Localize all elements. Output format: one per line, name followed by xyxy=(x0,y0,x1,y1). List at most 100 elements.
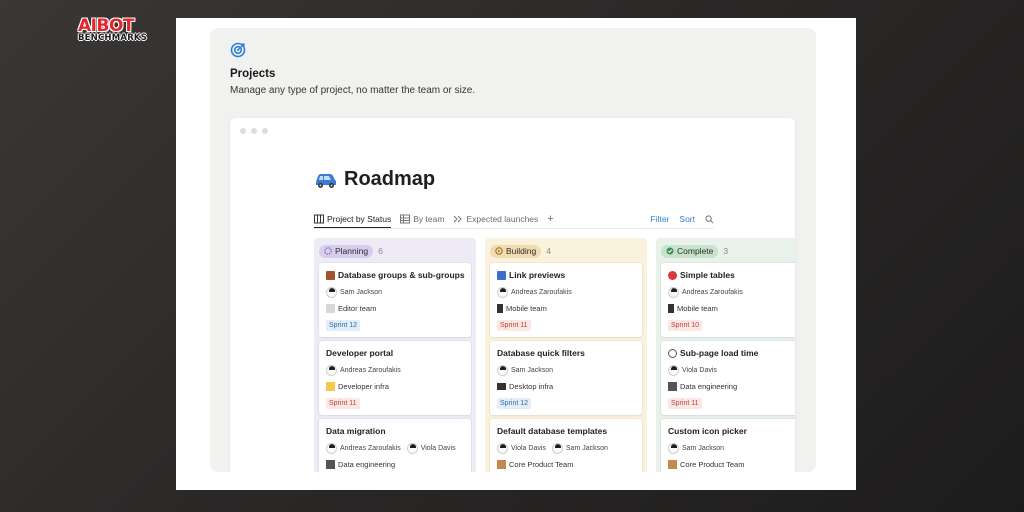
roadmap-heading: Roadmap xyxy=(314,168,435,191)
status-badge[interactable]: Planning xyxy=(319,244,374,258)
project-card[interactable]: Default database templates Viola Davis S… xyxy=(490,419,642,472)
avatar xyxy=(326,442,337,454)
stopwatch-icon xyxy=(668,348,677,358)
avatar xyxy=(551,442,563,454)
document-icon xyxy=(326,304,335,313)
sprint-tag: Sprint 11 xyxy=(668,398,702,409)
timeline-icon xyxy=(454,215,463,223)
window-dot xyxy=(251,128,257,134)
status-badge[interactable]: Complete xyxy=(661,244,719,258)
status-count: 3 xyxy=(723,246,729,256)
target-icon xyxy=(230,42,246,58)
projects-template-card[interactable]: Projects Manage any type of project, no … xyxy=(210,28,816,472)
tab-by-team[interactable]: By team xyxy=(400,210,444,228)
sprint-tag: Sprint 11 xyxy=(326,398,360,409)
assignee: Viola Davis xyxy=(497,442,546,454)
add-view-label: + xyxy=(547,213,554,225)
project-card[interactable]: Database quick filters Sam Jackson Deskt… xyxy=(490,341,642,415)
filter-button[interactable]: Filter xyxy=(651,214,670,224)
mobile-phone-icon xyxy=(497,304,503,313)
team-label: Mobile team xyxy=(506,304,547,313)
sprint-tag: Sprint 12 xyxy=(497,398,532,409)
tab-label: Expected launches xyxy=(466,214,539,224)
avatar xyxy=(406,442,418,454)
assignee-name: Andreas Zaroufakis xyxy=(340,444,401,452)
roadmap-title: Roadmap xyxy=(344,168,436,190)
project-card[interactable]: Data migration Andreas Zaroufakis Viola … xyxy=(319,419,471,472)
assignee: Sam Jackson xyxy=(551,442,608,454)
add-view-button[interactable]: + xyxy=(547,210,553,228)
team-label: Editor team xyxy=(338,304,377,313)
assignee: Sam Jackson xyxy=(668,442,724,454)
assignee: Andreas Zaroufakis xyxy=(326,442,401,454)
window-dot xyxy=(262,128,268,134)
status-label: Planning xyxy=(335,246,369,256)
status-badge[interactable]: Building xyxy=(490,244,542,258)
preview-window: Roadmap Project by Status By team Expect… xyxy=(230,118,795,472)
car-icon xyxy=(316,173,336,188)
project-card[interactable]: Link previews Andreas Zaroufakis Mobile … xyxy=(490,263,642,337)
sort-button[interactable]: Sort xyxy=(679,214,695,224)
status-count: 4 xyxy=(546,246,551,256)
team-label: Data engineering xyxy=(338,460,396,469)
avatar xyxy=(497,442,508,454)
status-count: 6 xyxy=(378,246,383,256)
card-title: Sub-page load time xyxy=(680,348,759,358)
floppy-disk-icon xyxy=(326,460,335,469)
package-box-icon xyxy=(497,460,506,469)
desktop-computer-icon xyxy=(497,383,506,390)
table-icon xyxy=(400,214,411,224)
card-title: Data migration xyxy=(326,426,386,436)
column-planning: Planning 6 Database groups & sub-groups … xyxy=(314,238,476,472)
team-label: Developer infra xyxy=(338,382,389,391)
book-icon xyxy=(326,270,335,280)
avatar xyxy=(668,286,679,298)
search-icon[interactable] xyxy=(705,214,714,224)
pushpin-icon xyxy=(668,270,677,280)
assignee: Viola Davis xyxy=(668,364,717,376)
assignee: Sam Jackson xyxy=(497,364,553,376)
column-building: Building 4 Link previews Andreas Zaroufa… xyxy=(485,238,647,472)
column-complete: Complete 3 Simple tables Andreas Zaroufa… xyxy=(656,238,795,472)
assignee: Andreas Zaroufakis xyxy=(668,286,743,298)
assignee-name: Viola Davis xyxy=(420,444,456,452)
assignee-name: Viola Davis xyxy=(682,366,717,374)
floppy-disk-icon xyxy=(668,382,677,391)
assignee-name: Andreas Zaroufakis xyxy=(682,288,743,296)
assignee: Sam Jackson xyxy=(326,286,382,298)
tab-project-by-status[interactable]: Project by Status xyxy=(314,210,392,228)
check-circle-icon xyxy=(666,247,674,255)
tab-label: By team xyxy=(413,214,445,224)
team-label: Mobile team xyxy=(677,304,718,313)
project-card[interactable]: Simple tables Andreas Zaroufakis Mobile … xyxy=(661,263,795,337)
link-icon xyxy=(497,270,506,280)
project-card[interactable]: Custom icon picker Sam Jackson Core Prod… xyxy=(661,419,795,472)
card-description: Manage any type of project, no matter th… xyxy=(230,85,476,96)
view-actions: Filter Sort xyxy=(651,210,714,228)
column-header: Complete 3 xyxy=(661,243,795,259)
avatar xyxy=(326,286,337,298)
logo-text-bottom: BENCHMARKS xyxy=(78,33,148,43)
sprint-tag: Sprint 12 xyxy=(326,320,361,331)
project-card[interactable]: Developer portal Andreas Zaroufakis Deve… xyxy=(319,341,471,415)
window-dot xyxy=(240,128,246,134)
avatar xyxy=(497,364,508,376)
card-title: Projects xyxy=(230,68,276,80)
card-title: Developer portal xyxy=(326,348,394,358)
project-card[interactable]: Sub-page load time Viola Davis Data engi… xyxy=(661,341,795,415)
project-card[interactable]: Database groups & sub-groups Sam Jackson… xyxy=(319,263,471,337)
team-label: Core Product Team xyxy=(680,460,745,469)
mobile-phone-icon xyxy=(668,304,674,313)
assignee-name: Sam Jackson xyxy=(565,444,608,452)
assignee-name: Andreas Zaroufakis xyxy=(511,288,572,296)
avatar xyxy=(326,364,337,376)
view-tabs: Project by Status By team Expected launc… xyxy=(314,210,714,228)
tab-label: Project by Status xyxy=(327,213,392,224)
package-box-icon xyxy=(668,460,677,469)
team-label: Desktop infra xyxy=(509,382,554,391)
card-title: Custom icon picker xyxy=(668,426,747,436)
tab-expected-launches[interactable]: Expected launches xyxy=(453,210,538,228)
card-title: Simple tables xyxy=(680,270,735,280)
card-title: Default database templates xyxy=(497,426,608,436)
status-label: Building xyxy=(506,246,537,256)
